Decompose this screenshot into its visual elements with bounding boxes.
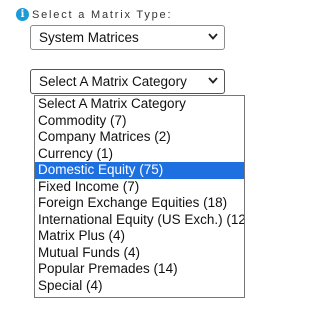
dropdown-option[interactable]: Matrix Plus (4) [35,228,244,245]
chevron-down-icon [208,77,218,84]
chevron-down-icon [208,33,218,40]
dropdown-option[interactable]: Fixed Income (7) [35,179,244,196]
dropdown-option[interactable]: Commodity (7) [35,113,244,130]
matrix-type-select[interactable]: System Matrices [30,25,225,50]
dropdown-option[interactable]: Currency (1) [35,146,244,163]
dropdown-option[interactable]: International Equity (US Exch.) (12) [35,212,244,229]
dropdown-option[interactable]: Domestic Equity (75) [35,162,244,179]
matrix-category-dropdown-list[interactable]: Select A Matrix Category Commodity (7) Com… [34,95,245,298]
dropdown-option[interactable]: Mutual Funds (4) [35,245,244,262]
matrix-type-value: System Matrices [39,30,139,45]
dropdown-option[interactable]: Special (4) [35,278,244,295]
matrix-type-label: Select a Matrix Type: [32,9,173,21]
dropdown-option[interactable]: Company Matrices (2) [35,129,244,146]
dropdown-option[interactable]: Popular Premades (14) [35,261,244,278]
info-icon[interactable]: i [16,8,29,21]
matrix-category-value: Select A Matrix Category [39,74,187,89]
matrix-category-select[interactable]: Select A Matrix Category [30,69,225,94]
dropdown-option[interactable]: Foreign Exchange Equities (18) [35,195,244,212]
dropdown-option[interactable]: Select A Matrix Category [35,96,244,113]
